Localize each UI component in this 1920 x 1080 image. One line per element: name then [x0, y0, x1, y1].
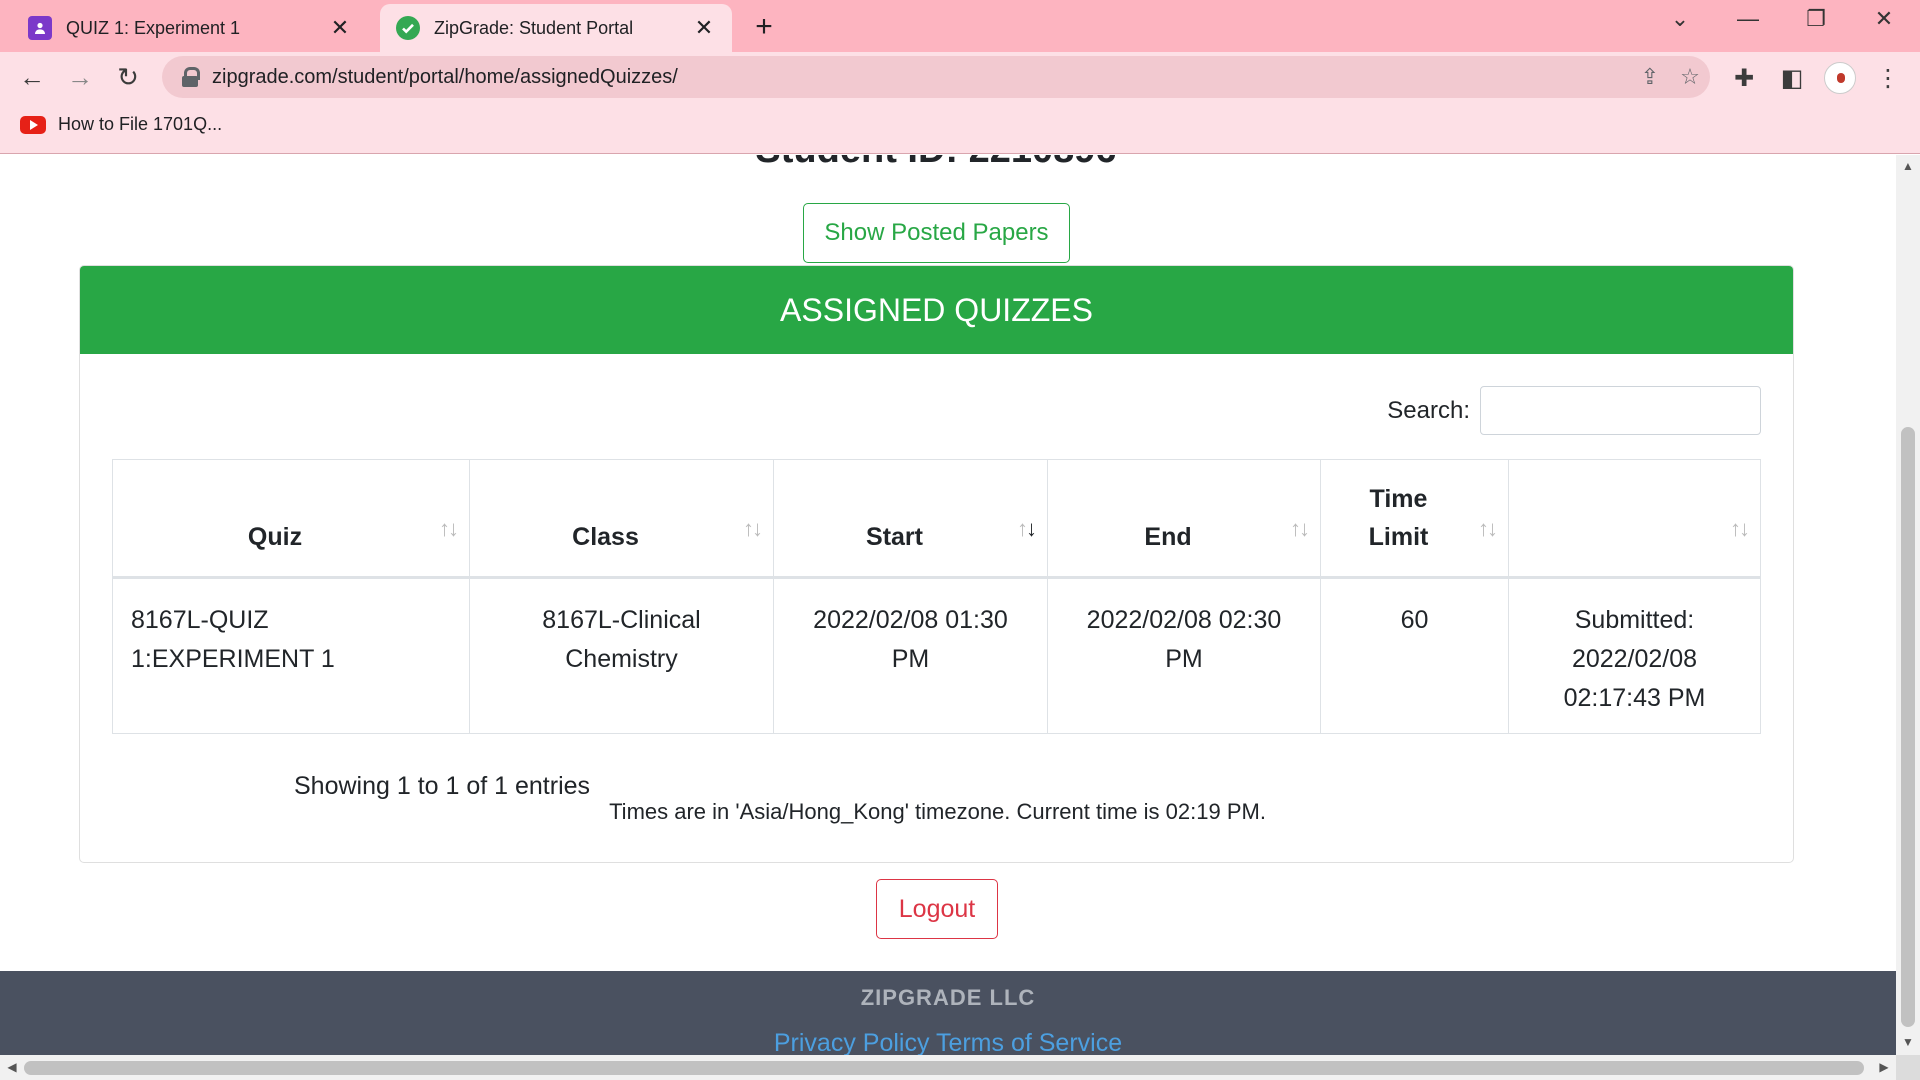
- restore-icon[interactable]: ❐: [1796, 6, 1836, 32]
- bookmark-star-icon[interactable]: ☆: [1670, 64, 1710, 90]
- youtube-icon: [20, 115, 46, 134]
- search-row: Search:: [1387, 386, 1761, 435]
- search-label: Search:: [1387, 396, 1470, 424]
- close-tab-icon[interactable]: ✕: [328, 15, 352, 41]
- tab-title: QUIZ 1: Experiment 1: [66, 17, 241, 38]
- vertical-scroll-thumb[interactable]: [1901, 427, 1915, 1027]
- sort-icon: ↑↓: [1730, 516, 1750, 541]
- logout-button[interactable]: Logout: [876, 879, 998, 939]
- side-panel-icon[interactable]: ◧: [1776, 64, 1808, 93]
- privacy-policy-link[interactable]: Privacy Policy: [774, 1029, 930, 1055]
- browser-toolbar: ← → ↻ zipgrade.com/student/portal/home/a…: [0, 52, 1920, 102]
- browser-tab-strip: QUIZ 1: Experiment 1 ✕ ZipGrade: Student…: [0, 0, 1920, 52]
- share-icon[interactable]: ⇪: [1630, 64, 1670, 90]
- header-label: Quiz: [247, 523, 303, 551]
- column-header-quiz[interactable]: Quiz ↑↓: [112, 459, 470, 579]
- sort-icon: ↑↓: [743, 516, 763, 541]
- show-posted-papers-button[interactable]: Show Posted Papers: [803, 203, 1070, 263]
- column-header-time-limit[interactable]: Time Limit ↑↓: [1320, 459, 1509, 579]
- forms-icon: [28, 16, 52, 40]
- cell-start: 2022/02/08 01:30 PM: [773, 577, 1048, 734]
- horizontal-scrollbar[interactable]: ◀ ▶: [0, 1055, 1896, 1080]
- table-row: 8167L-QUIZ 1:EXPERIMENT 1 8167L-Clinical…: [112, 577, 1761, 734]
- student-id-heading: Student ID: 2210896: [0, 155, 1872, 172]
- scroll-right-arrow-icon[interactable]: ▶: [1872, 1060, 1896, 1074]
- extensions-puzzle-icon[interactable]: ✚: [1728, 64, 1760, 93]
- horizontal-scroll-thumb[interactable]: [24, 1061, 1864, 1075]
- forward-arrow-icon[interactable]: →: [62, 60, 98, 94]
- scroll-down-arrow-icon[interactable]: ▼: [1896, 1035, 1920, 1049]
- page-viewport: Student ID: 2210896 Show Posted Papers A…: [0, 155, 1896, 1055]
- close-tab-icon[interactable]: ✕: [692, 15, 716, 41]
- scroll-up-arrow-icon[interactable]: ▲: [1896, 159, 1920, 173]
- minimize-icon[interactable]: —: [1728, 6, 1768, 32]
- footer-company: ZIPGRADE LLC: [860, 985, 1036, 1010]
- tab-title: ZipGrade: Student Portal: [434, 17, 634, 38]
- header-label: Start: [866, 523, 923, 551]
- browser-tab-zipgrade[interactable]: ZipGrade: Student Portal ✕: [380, 4, 732, 52]
- footer: ZIPGRADE LLC Privacy Policy Terms of Ser…: [0, 971, 1896, 1055]
- browser-tab-quiz[interactable]: QUIZ 1: Experiment 1 ✕: [12, 4, 368, 52]
- header-label: Time Limit: [1368, 485, 1429, 551]
- cell-class: 8167L-Clinical Chemistry: [469, 577, 774, 734]
- sort-ascending-icon: ↑↓: [1017, 516, 1037, 541]
- address-bar[interactable]: zipgrade.com/student/portal/home/assigne…: [162, 56, 1710, 98]
- sort-icon: ↑↓: [1478, 516, 1498, 541]
- sort-icon: ↑↓: [1290, 516, 1310, 541]
- column-header-start[interactable]: Start ↑↓: [773, 459, 1048, 579]
- scroll-left-arrow-icon[interactable]: ◀: [0, 1060, 24, 1074]
- new-tab-icon[interactable]: +: [748, 10, 780, 44]
- checkmark-icon: [396, 16, 420, 40]
- footer-links: Privacy Policy Terms of Service: [0, 1029, 1896, 1055]
- scrollbar-corner: [1896, 1055, 1920, 1080]
- lock-icon[interactable]: [180, 66, 200, 88]
- timezone-note: Times are in 'Asia/Hong_Kong' timezone. …: [609, 799, 1266, 824]
- header-label: Class: [572, 523, 639, 551]
- reload-icon[interactable]: ↻: [110, 60, 146, 94]
- profile-avatar[interactable]: [1824, 62, 1856, 94]
- sort-icon: ↑↓: [439, 516, 459, 541]
- header-label: End: [1144, 523, 1192, 551]
- back-arrow-icon[interactable]: ←: [14, 60, 50, 94]
- column-header-end[interactable]: End ↑↓: [1047, 459, 1321, 579]
- search-input[interactable]: [1480, 386, 1761, 435]
- bookmark-label: How to File 1701Q...: [58, 114, 223, 134]
- column-header-status[interactable]: ↑↓: [1508, 459, 1761, 579]
- cell-time-limit: 60: [1320, 577, 1509, 734]
- table-header-row: Quiz ↑↓ Class ↑↓ Start ↑↓ End ↑↓ Time Li…: [112, 459, 1761, 579]
- status-time: 2022/02/08 02:17:43 PM: [1563, 645, 1706, 712]
- status-label: Submitted:: [1574, 606, 1695, 634]
- vertical-scrollbar[interactable]: ▲ ▼: [1896, 155, 1920, 1055]
- bookmarks-bar: How to File 1701Q...: [0, 102, 1920, 154]
- tab-search-chevron-icon[interactable]: ⌄: [1660, 6, 1700, 32]
- more-menu-icon[interactable]: ⋮: [1872, 64, 1904, 93]
- terms-of-service-link[interactable]: Terms of Service: [936, 1029, 1122, 1055]
- card-title: ASSIGNED QUIZZES: [80, 266, 1793, 354]
- bookmark-item[interactable]: How to File 1701Q...: [20, 114, 222, 135]
- url-text[interactable]: zipgrade.com/student/portal/home/assigne…: [212, 66, 1630, 89]
- assigned-quizzes-card: ASSIGNED QUIZZES Search: Quiz ↑↓ Class ↑…: [79, 265, 1794, 863]
- cell-end: 2022/02/08 02:30 PM: [1047, 577, 1321, 734]
- cell-quiz: 8167L-QUIZ 1:EXPERIMENT 1: [112, 577, 470, 734]
- close-window-icon[interactable]: ✕: [1864, 6, 1904, 32]
- table-info: Showing 1 to 1 of 1 entries: [294, 772, 591, 800]
- cell-status: Submitted: 2022/02/08 02:17:43 PM: [1508, 577, 1761, 734]
- quiz-table: Quiz ↑↓ Class ↑↓ Start ↑↓ End ↑↓ Time Li…: [112, 459, 1761, 734]
- column-header-class[interactable]: Class ↑↓: [469, 459, 774, 579]
